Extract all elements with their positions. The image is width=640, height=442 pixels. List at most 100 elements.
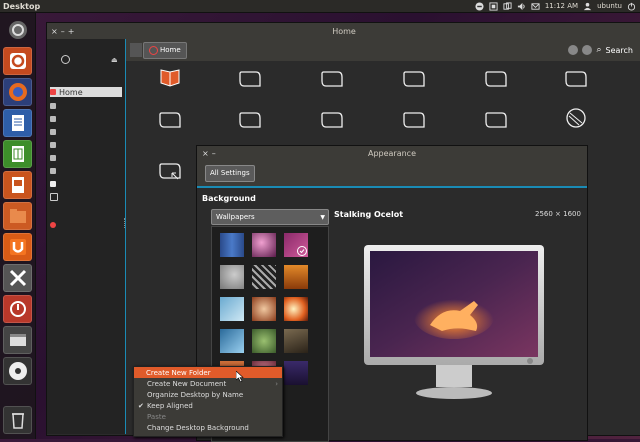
search-button[interactable]: Search: [606, 46, 633, 55]
launcher-impress[interactable]: [3, 171, 32, 199]
breadcrumb-label: Home: [160, 46, 181, 54]
folder-icon: [403, 112, 425, 128]
appearance-title: Appearance: [367, 148, 417, 158]
nav-back-icon[interactable]: [568, 45, 579, 55]
mail-envelope-icon[interactable]: [531, 2, 540, 11]
mouse-cursor-icon: [236, 371, 244, 382]
launcher-system-settings[interactable]: [3, 264, 32, 292]
home-icon: [50, 89, 56, 95]
network-indicator-icon[interactable]: [489, 1, 498, 11]
menu-item-create-folder[interactable]: Create New Folder: [134, 367, 282, 378]
folder-icon: [50, 129, 56, 135]
folder-icon: [321, 112, 343, 128]
folder-item[interactable]: [402, 110, 426, 130]
trash-icon: [11, 413, 24, 429]
wallpaper-thumb[interactable]: [284, 329, 308, 353]
wallpaper-thumb[interactable]: [220, 233, 244, 257]
all-settings-button[interactable]: All Settings: [205, 164, 255, 182]
wallpaper-thumb[interactable]: [220, 297, 244, 321]
sidebar-item-file[interactable]: [50, 179, 122, 189]
wallpaper-thumb-selected[interactable]: [284, 233, 308, 257]
background-heading: Background: [202, 194, 256, 203]
user-icon: [583, 2, 592, 11]
wallpaper-thumb[interactable]: [252, 265, 276, 289]
menu-item-create-document[interactable]: Create New Document ›: [134, 378, 282, 389]
sync-indicator-icon[interactable]: [503, 1, 512, 11]
dash-button[interactable]: [3, 16, 32, 44]
breadcrumb-home[interactable]: Home: [143, 41, 187, 59]
chevron-right-icon: ›: [275, 379, 278, 388]
clock[interactable]: 11:12 AM: [545, 2, 578, 10]
wallpaper-source-select[interactable]: Wallpapers ▼: [211, 209, 329, 225]
writer-icon: [11, 115, 24, 131]
recent-icon[interactable]: [61, 55, 70, 64]
pane-resize-handle[interactable]: [124, 218, 128, 228]
menu-item-keep-aligned[interactable]: ✔ Keep Aligned: [134, 400, 282, 411]
folder-item[interactable]: [320, 110, 344, 130]
folder-item[interactable]: [238, 69, 262, 89]
desktop-context-menu: Create New Folder Create New Document › …: [133, 366, 283, 437]
sidebar-item-home[interactable]: Home: [50, 87, 122, 97]
shortcut-item[interactable]: [158, 161, 182, 181]
search-icon[interactable]: ⌕: [596, 45, 601, 55]
mail-indicator-icon[interactable]: [475, 1, 484, 11]
folder-icon: [485, 112, 507, 128]
sidebar-item-folder[interactable]: [50, 127, 122, 137]
appearance-toolbar: All Settings: [197, 160, 587, 188]
disc-item[interactable]: [564, 108, 588, 128]
folder-item[interactable]: [402, 69, 426, 89]
sidebar-item-folder[interactable]: [50, 166, 122, 176]
volume-indicator-icon[interactable]: [517, 2, 526, 11]
launcher-calc[interactable]: [3, 140, 32, 168]
sidebar-item-folder[interactable]: [50, 140, 122, 150]
sidebar-item-folder[interactable]: [50, 101, 122, 111]
wallpaper-thumb[interactable]: [284, 297, 308, 321]
impress-icon: [11, 177, 24, 193]
wallpaper-thumb[interactable]: [252, 297, 276, 321]
wallpaper-thumb[interactable]: [252, 329, 276, 353]
menu-item-organize[interactable]: Organize Desktop by Name: [134, 389, 282, 400]
launcher-writer[interactable]: [3, 109, 32, 137]
launcher-workspace-switcher[interactable]: [3, 326, 32, 354]
folder-item[interactable]: [564, 69, 588, 89]
nav-forward-icon[interactable]: [582, 45, 593, 55]
eject-icon[interactable]: ⏏: [111, 56, 118, 64]
wallpaper-name: Stalking Ocelot: [334, 210, 404, 219]
launcher-files[interactable]: [3, 202, 32, 230]
launcher-trash[interactable]: [3, 406, 32, 434]
folder-item[interactable]: [320, 69, 344, 89]
folder-item[interactable]: [158, 110, 182, 130]
folder-item[interactable]: [484, 69, 508, 89]
launcher-update-manager[interactable]: [3, 295, 32, 323]
sidebar-item-network[interactable]: [50, 220, 122, 230]
user-name[interactable]: ubuntu: [597, 2, 622, 10]
power-icon[interactable]: [627, 2, 636, 11]
sidebar-item-trash[interactable]: [50, 192, 122, 202]
sidebar-item-folder[interactable]: [50, 153, 122, 163]
disc-icon: [8, 362, 27, 380]
folder-icon: [321, 71, 343, 87]
selected-check-icon: [297, 246, 307, 256]
wallpaper-thumb[interactable]: [220, 265, 244, 289]
back-button[interactable]: [130, 43, 142, 57]
folder-icon: [50, 116, 56, 122]
file-item[interactable]: [158, 68, 182, 88]
wallpaper-thumb[interactable]: [252, 233, 276, 257]
wallpaper-thumb[interactable]: [220, 329, 244, 353]
appearance-titlebar[interactable]: ×– Appearance: [197, 146, 587, 160]
files-titlebar[interactable]: ×–+ Home: [47, 23, 640, 39]
launcher-firefox[interactable]: [3, 78, 32, 106]
launcher-ubuntu-one[interactable]: [3, 233, 32, 261]
launcher-disc[interactable]: [3, 357, 32, 385]
ubuntu-one-icon: [9, 239, 26, 255]
launcher-software-center[interactable]: [3, 47, 32, 75]
menu-item-change-background[interactable]: Change Desktop Background: [134, 422, 282, 433]
folder-item[interactable]: [484, 110, 508, 130]
wallpaper-thumb[interactable]: [284, 361, 308, 385]
sidebar-item-label: Home: [59, 87, 83, 97]
menu-item-paste[interactable]: Paste: [134, 411, 282, 422]
folder-icon: [50, 142, 56, 148]
folder-item[interactable]: [238, 110, 262, 130]
wallpaper-thumb[interactable]: [284, 265, 308, 289]
sidebar-item-folder[interactable]: [50, 114, 122, 124]
